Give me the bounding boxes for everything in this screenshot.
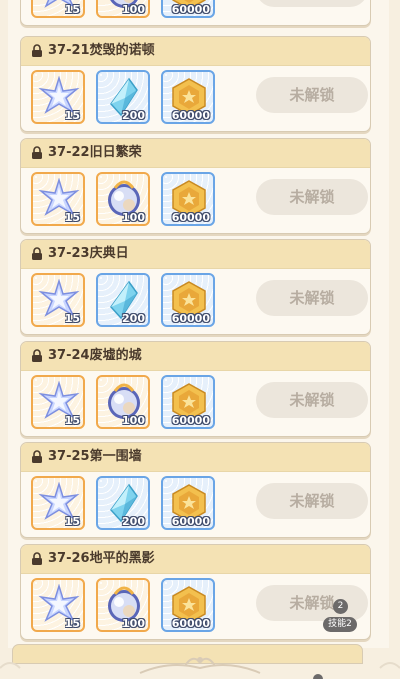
stage-card: 37-26地平的黑影 15 100 60000 未解锁 xyxy=(20,544,371,640)
locked-button[interactable]: 未解锁 xyxy=(256,179,368,215)
lock-icon xyxy=(32,450,42,463)
partial-stage-card: 15 100 60000 xyxy=(20,0,371,26)
reward-item[interactable]: 60000 xyxy=(161,476,215,530)
reward-item[interactable]: 60000 xyxy=(161,172,215,226)
locked-button[interactable]: 未解锁 xyxy=(256,280,368,316)
locked-button[interactable]: 未解锁 xyxy=(256,382,368,418)
stage-list-panel: 15 100 60000 37-21焚毁的诺顿 15 200 60000 未解锁 37-22旧… xyxy=(8,0,389,648)
reward-item[interactable]: 100 xyxy=(96,172,150,226)
reward-item[interactable]: 60000 xyxy=(161,375,215,429)
reward-quantity: 200 xyxy=(122,109,145,122)
reward-item[interactable]: 200 xyxy=(96,70,150,124)
lock-icon xyxy=(32,552,42,565)
reward-quantity: 200 xyxy=(122,312,145,325)
stage-title: 37-23庆典日 xyxy=(48,246,129,261)
locked-button[interactable]: 未解锁 xyxy=(256,483,368,519)
reward-item[interactable]: 15 xyxy=(31,273,85,327)
stage-title: 37-24废墟的城 xyxy=(48,348,142,363)
reward-quantity: 60000 xyxy=(171,211,210,224)
reward-quantity: 15 xyxy=(64,3,80,16)
stage-title: 37-21焚毁的诺顿 xyxy=(48,43,155,58)
reward-item[interactable]: 100 xyxy=(96,375,150,429)
reward-item[interactable]: 15 xyxy=(31,578,85,632)
stage-card: 37-23庆典日 15 200 60000 未解锁 xyxy=(20,239,371,335)
reward-quantity: 15 xyxy=(64,109,80,122)
stage-card: 37-24废墟的城 15 100 60000 未解锁 xyxy=(20,341,371,437)
reward-item[interactable]: 15 xyxy=(31,0,85,18)
reward-quantity: 100 xyxy=(122,617,145,630)
reward-item[interactable]: 15 xyxy=(31,375,85,429)
reward-item[interactable]: 100 xyxy=(96,578,150,632)
stage-title: 37-25第一围墙 xyxy=(48,449,142,464)
reward-item[interactable]: 100 xyxy=(96,0,150,18)
locked-button[interactable]: 未解锁 xyxy=(256,585,368,621)
reward-item[interactable]: 60000 xyxy=(161,0,215,18)
reward-quantity: 60000 xyxy=(171,515,210,528)
reward-item[interactable]: 200 xyxy=(96,476,150,530)
stage-title: 37-22旧日繁荣 xyxy=(48,145,142,160)
skill-count-badge: 2 xyxy=(333,599,348,614)
reward-item[interactable]: 60000 xyxy=(161,70,215,124)
reward-item[interactable]: 60000 xyxy=(161,578,215,632)
stage-card: 37-22旧日繁荣 15 100 60000 未解锁 xyxy=(20,138,371,234)
reward-quantity: 100 xyxy=(122,414,145,427)
locked-button[interactable]: 未解锁 xyxy=(256,77,368,113)
reward-quantity: 100 xyxy=(122,211,145,224)
reward-quantity: 200 xyxy=(122,515,145,528)
reward-item[interactable]: 15 xyxy=(31,476,85,530)
reward-quantity: 60000 xyxy=(171,617,210,630)
reward-quantity: 60000 xyxy=(171,312,210,325)
lock-icon xyxy=(32,349,42,362)
reward-quantity: 60000 xyxy=(171,414,210,427)
reward-item[interactable]: 15 xyxy=(31,70,85,124)
reward-quantity: 15 xyxy=(64,515,80,528)
lock-icon xyxy=(32,44,42,57)
stage-header: 37-26地平的黑影 xyxy=(21,545,370,574)
reward-quantity: 60000 xyxy=(171,109,210,122)
stage-card: 37-21焚毁的诺顿 15 200 60000 未解锁 xyxy=(20,36,371,132)
reward-quantity: 15 xyxy=(64,414,80,427)
stage-header: 37-25第一围墙 xyxy=(21,443,370,472)
stage-card: 37-25第一围墙 15 200 60000 未解锁 xyxy=(20,442,371,538)
lock-icon xyxy=(32,146,42,159)
reward-quantity: 15 xyxy=(64,211,80,224)
reward-quantity: 15 xyxy=(64,617,80,630)
reward-quantity: 100 xyxy=(122,3,145,16)
stage-header: 37-21焚毁的诺顿 xyxy=(21,37,370,66)
reward-quantity: 60000 xyxy=(171,3,210,16)
reward-item[interactable]: 15 xyxy=(31,172,85,226)
reward-item[interactable]: 60000 xyxy=(161,273,215,327)
stage-header: 37-22旧日繁荣 xyxy=(21,139,370,168)
reward-item[interactable]: 200 xyxy=(96,273,150,327)
locked-button[interactable] xyxy=(256,0,368,7)
stage-header: 37-23庆典日 xyxy=(21,240,370,269)
stage-title: 37-26地平的黑影 xyxy=(48,551,155,566)
reward-quantity: 15 xyxy=(64,312,80,325)
stage-header: 37-24废墟的城 xyxy=(21,342,370,371)
lock-icon xyxy=(32,247,42,260)
skill-badge[interactable]: 技能2 xyxy=(323,617,357,632)
footer-ornament xyxy=(0,657,400,679)
